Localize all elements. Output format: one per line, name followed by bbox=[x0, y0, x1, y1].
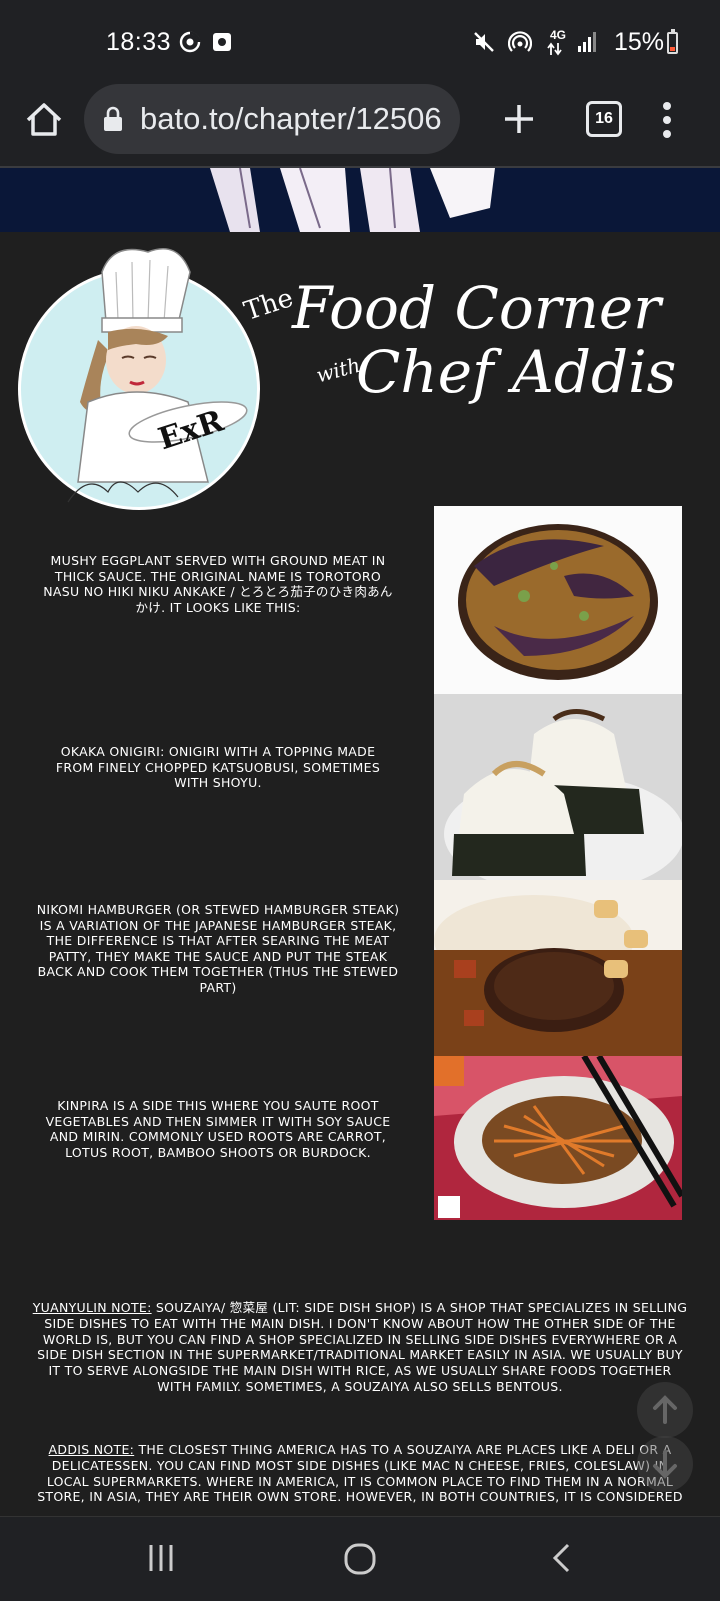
yuanyulin-note: YUANYULIN NOTE: SOUZAIYA/ 惣菜屋 (LIT: SIDE… bbox=[30, 1300, 690, 1395]
back-icon[interactable] bbox=[548, 1541, 576, 1575]
food-description: MUSHY EGGPLANT SERVED WITH GROUND MEAT I… bbox=[43, 553, 393, 615]
arrow-down-icon bbox=[653, 1450, 677, 1479]
food-image-hamburger-steak bbox=[434, 880, 682, 1056]
browser-toolbar: bato.to/chapter/12506 16 bbox=[0, 84, 720, 168]
addis-note-text: THE CLOSEST THING AMERICA HAS TO A SOUZA… bbox=[37, 1442, 683, 1505]
title-chef-addis: Chef Addis bbox=[356, 338, 677, 406]
cast-icon bbox=[179, 31, 201, 53]
system-nav-bar bbox=[0, 1516, 720, 1601]
plus-icon[interactable] bbox=[500, 100, 538, 138]
status-time: 18:33 bbox=[106, 28, 172, 56]
data-arrows-icon bbox=[547, 42, 562, 56]
url-text: bato.to/chapter/12506 bbox=[140, 101, 442, 136]
network-type: 4G bbox=[550, 28, 567, 42]
food-image-eggplant bbox=[434, 506, 682, 694]
arrow-up-icon bbox=[653, 1395, 677, 1424]
home-circle-icon[interactable] bbox=[342, 1541, 378, 1577]
food-description: NIKOMI HAMBURGER (OR STEWED HAMBURGER ST… bbox=[36, 902, 400, 995]
food-image-kinpira bbox=[434, 1056, 682, 1220]
signal-icon bbox=[578, 32, 596, 52]
food-description: KINPIRA IS A SIDE THIS WHERE YOU SAUTE R… bbox=[45, 1098, 391, 1160]
chapter-page[interactable]: ExR The Food Corner with Chef Addis MUSH… bbox=[0, 168, 720, 1516]
screenshot-icon bbox=[213, 33, 231, 51]
recents-icon[interactable] bbox=[144, 1541, 178, 1575]
hotspot-icon bbox=[508, 31, 532, 52]
addis-note: ADDIS NOTE: THE CLOSEST THING AMERICA HA… bbox=[30, 1442, 690, 1505]
mute-icon bbox=[474, 32, 494, 52]
yuanyulin-note-label: YUANYULIN NOTE: bbox=[32, 1300, 152, 1315]
url-bar[interactable]: bato.to/chapter/12506 bbox=[84, 84, 460, 154]
scroll-down-button[interactable] bbox=[637, 1436, 693, 1492]
chef-illustration: ExR bbox=[67, 248, 248, 503]
manga-panel-banner bbox=[0, 168, 720, 232]
tabs-icon[interactable]: 16 bbox=[586, 101, 622, 137]
scroll-up-button[interactable] bbox=[637, 1382, 693, 1438]
lock-icon bbox=[104, 106, 122, 131]
title-food-corner: Food Corner bbox=[292, 274, 661, 342]
food-description: OKAKA ONIGIRI: ONIGIRI WITH A TOPPING MA… bbox=[55, 744, 381, 791]
battery-percent: 15% bbox=[614, 28, 665, 56]
food-image-onigiri bbox=[434, 694, 682, 880]
more-vert-icon[interactable] bbox=[660, 98, 674, 142]
addis-note-label: ADDIS NOTE: bbox=[48, 1442, 135, 1457]
battery-icon bbox=[667, 29, 678, 54]
home-icon[interactable] bbox=[22, 98, 66, 142]
status-bar: 18:33 4G 15% bbox=[0, 0, 720, 84]
